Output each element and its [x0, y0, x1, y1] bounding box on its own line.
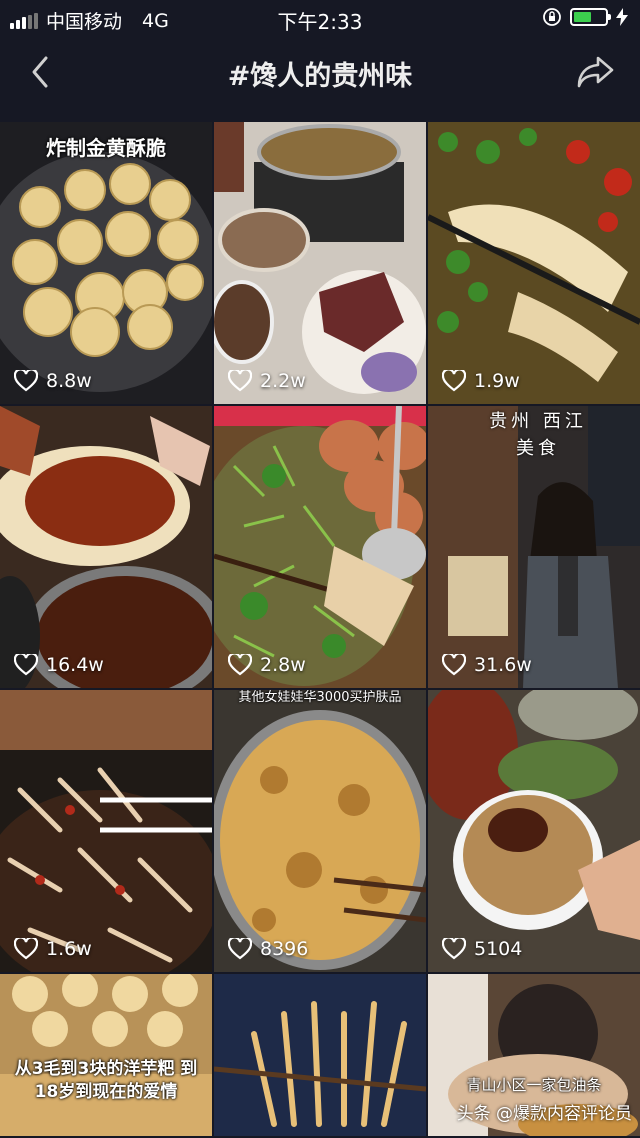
like-count: 8396	[228, 938, 308, 960]
heart-icon	[442, 938, 466, 960]
like-count-text: 5104	[474, 938, 523, 960]
thumbnail-salad-eggs	[214, 406, 426, 688]
battery-icon	[570, 8, 611, 26]
video-tile[interactable]: 2.8w	[214, 406, 426, 688]
video-tile[interactable]: 1.6w	[0, 690, 212, 972]
video-tile[interactable]: 2.2w	[214, 122, 426, 404]
orientation-lock-icon	[543, 8, 561, 26]
like-count: 2.2w	[228, 370, 306, 392]
thumbnail-potato-cake	[214, 690, 426, 972]
like-count: 5104	[442, 938, 522, 960]
heart-icon	[228, 654, 252, 676]
heart-icon	[442, 654, 466, 676]
thumbnail-fried-strips	[214, 974, 426, 1136]
share-icon[interactable]	[576, 54, 616, 90]
video-caption: 贵州 西江美食	[489, 411, 587, 459]
like-count: 8.8w	[14, 370, 92, 392]
thumbnail-potato-pancakes	[0, 974, 212, 1136]
thumbnail-chili-cake	[0, 406, 212, 688]
video-caption: 青山小区一家包油条	[466, 1076, 602, 1094]
thumbnail-stuffed-bun	[428, 690, 640, 972]
video-caption: 炸制金黄酥脆	[46, 136, 166, 160]
video-caption: 从3毛到3块的洋芋粑 到18岁到现在的爱情	[14, 1059, 198, 1102]
like-count: 16.4w	[14, 654, 104, 676]
heart-icon	[14, 370, 38, 392]
heart-icon	[228, 938, 252, 960]
watermark: 头条 @爆款内容评论员	[456, 1104, 632, 1124]
video-grid: 炸制金黄酥脆 8.8w 2.2w 1.9w 16.4w 2.8w 贵州 西江美食…	[0, 122, 640, 1136]
video-tile[interactable]: 青山小区一家包油条 头条 @爆款内容评论员	[428, 974, 640, 1136]
video-tile[interactable]: 炸制金黄酥脆 8.8w	[0, 122, 212, 404]
heart-icon	[14, 938, 38, 960]
video-caption: 其他女娃娃华3000买护肤品	[238, 690, 402, 705]
like-count: 1.9w	[442, 370, 520, 392]
like-count-text: 1.9w	[474, 370, 520, 392]
video-tile[interactable]: 从3毛到3块的洋芋粑 到18岁到现在的爱情	[0, 974, 212, 1136]
like-count-text: 31.6w	[474, 654, 532, 676]
video-tile[interactable]: 其他女娃娃华3000买护肤品 8396	[214, 690, 426, 972]
like-count: 1.6w	[14, 938, 92, 960]
status-bar: 中国移动 4G 下午2:33	[0, 0, 640, 36]
video-tile[interactable]	[214, 974, 426, 1136]
charging-bolt-icon	[616, 8, 628, 26]
like-count-text: 8396	[260, 938, 309, 960]
like-count: 2.8w	[228, 654, 306, 676]
like-count-text: 2.8w	[260, 654, 306, 676]
status-right	[542, 7, 628, 27]
thumbnail-chili-noodles	[428, 122, 640, 404]
heart-icon	[442, 370, 466, 392]
video-tile[interactable]: 16.4w	[0, 406, 212, 688]
battery-fill	[574, 12, 591, 22]
page-title: #馋人的贵州味	[227, 61, 413, 92]
like-count-text: 8.8w	[46, 370, 92, 392]
like-count-text: 16.4w	[46, 654, 104, 676]
thumbnail-hotpot-table	[214, 122, 426, 404]
video-tile[interactable]: 贵州 西江美食 31.6w	[428, 406, 640, 688]
like-count: 31.6w	[442, 654, 532, 676]
thumbnail-fried-balls	[0, 122, 212, 404]
like-count-text: 2.2w	[260, 370, 306, 392]
like-count-text: 1.6w	[46, 938, 92, 960]
heart-icon	[14, 654, 38, 676]
thumbnail-spicy-noodles	[0, 690, 212, 972]
video-tile[interactable]: 5104	[428, 690, 640, 972]
navigation-bar: #馋人的贵州味	[0, 36, 640, 120]
heart-icon	[228, 370, 252, 392]
video-tile[interactable]: 1.9w	[428, 122, 640, 404]
